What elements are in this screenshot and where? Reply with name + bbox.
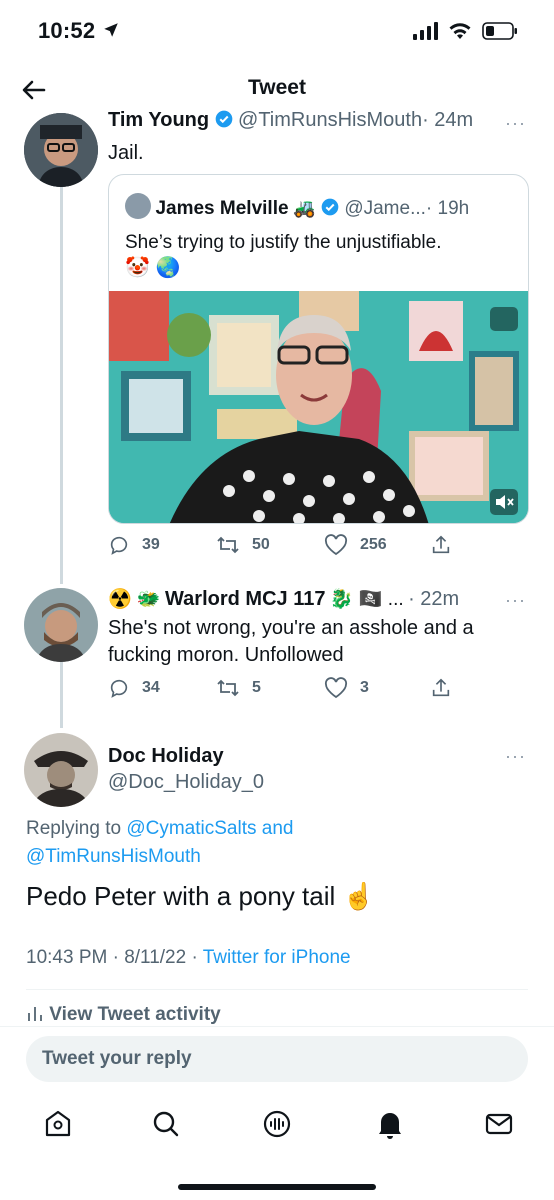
retweet-button[interactable]: 50 xyxy=(216,534,270,556)
quoted-tweet[interactable]: James Melville 🚜 @Jame...· 19h She’s try… xyxy=(108,174,529,524)
tweet-time: · 22m xyxy=(408,588,460,610)
heart-icon xyxy=(324,677,348,699)
retweet-icon xyxy=(217,536,239,554)
author-handle[interactable]: @TimRunsHisMouth xyxy=(238,109,422,131)
mention-link[interactable]: @CymaticSalts and xyxy=(126,818,293,839)
like-button[interactable]: 256 xyxy=(324,534,387,556)
quote-avatar xyxy=(125,193,151,219)
wifi-icon xyxy=(449,23,471,39)
retweet-button[interactable]: 5 xyxy=(216,677,261,699)
thread-line xyxy=(60,184,63,584)
avatar[interactable] xyxy=(24,113,98,187)
author-name[interactable]: Warlord MCJ 117 xyxy=(165,588,325,610)
captions-icon[interactable] xyxy=(490,307,518,331)
tweet-actions: 34 5 3 xyxy=(108,677,528,703)
spaces-icon[interactable] xyxy=(259,1106,295,1142)
like-button[interactable]: 3 xyxy=(324,677,369,699)
more-options-icon[interactable]: ··· xyxy=(505,590,526,611)
analytics-icon xyxy=(28,1007,42,1021)
messages-icon[interactable] xyxy=(481,1106,517,1142)
thread-line xyxy=(60,662,63,728)
home-icon[interactable] xyxy=(40,1106,76,1142)
author-name[interactable]: Tim Young xyxy=(108,109,209,131)
divider xyxy=(26,989,528,990)
author-handle[interactable]: @Doc_Holiday_0 xyxy=(108,771,264,794)
home-indicator xyxy=(178,1184,376,1190)
status-icons xyxy=(412,22,518,40)
reply-button[interactable]: 34 xyxy=(108,677,160,699)
retweet-icon xyxy=(217,679,239,697)
source-link[interactable]: Twitter for iPhone xyxy=(203,947,351,968)
quote-name-emoji: 🚜 xyxy=(293,198,316,218)
replying-to: Replying to @CymaticSalts and @TimRunsHi… xyxy=(26,815,293,871)
name-emoji-suffix: 🐉 🏴‍☠️ ... xyxy=(329,589,404,610)
reply-button[interactable]: 39 xyxy=(108,534,160,556)
verified-badge-icon xyxy=(321,198,339,216)
tweet-header: Tim Young @TimRunsHisMouth· 24m xyxy=(108,109,528,135)
author-name[interactable]: Doc Holiday xyxy=(108,745,224,768)
quote-text: She’s trying to justify the unjustifiabl… xyxy=(125,232,442,253)
name-emoji-prefix: ☢️ 🐲 xyxy=(108,589,161,610)
verified-badge-icon xyxy=(215,110,232,128)
main-tweet-text: Pedo Peter with a pony tail ☝️ xyxy=(26,881,375,911)
more-options-icon[interactable]: ··· xyxy=(505,746,526,767)
tweet-time: · 24m xyxy=(422,109,474,131)
tweet-text-line: She's not wrong, you're an asshole and a xyxy=(108,617,474,639)
reply-input[interactable]: Tweet your reply xyxy=(26,1036,528,1082)
tweet-text-line: fucking moron. Unfollowed xyxy=(108,644,344,666)
video-player[interactable] xyxy=(109,291,528,523)
notifications-icon[interactable] xyxy=(372,1106,408,1142)
tweet-header: ☢️ 🐲 Warlord MCJ 117 🐉 🏴‍☠️ ... · 22m xyxy=(108,587,498,613)
more-options-icon[interactable]: ··· xyxy=(505,113,526,134)
page-title: Tweet xyxy=(248,76,306,99)
mute-icon[interactable] xyxy=(490,489,518,515)
tweet-actions: 39 50 256 xyxy=(108,534,528,560)
quote-header: James Melville 🚜 @Jame...· 19h xyxy=(125,193,515,220)
location-arrow-icon xyxy=(103,23,118,37)
tweet-text: She's not wrong, you're an asshole and a… xyxy=(108,615,474,669)
quote-author-name: James Melville xyxy=(155,198,289,219)
tweet-timestamp: 10:43 PM · 8/11/22 · Twitter for iPhone xyxy=(26,947,351,968)
quote-emojis: 🤡 🌏 xyxy=(125,257,181,279)
share-icon xyxy=(432,678,450,697)
tweet-text: Jail. xyxy=(108,142,144,164)
share-button[interactable] xyxy=(430,534,452,556)
battery-icon xyxy=(482,22,517,40)
quote-author-handle: @Jame... xyxy=(344,198,426,219)
avatar[interactable] xyxy=(24,733,98,807)
share-button[interactable] xyxy=(430,677,452,699)
view-activity-button[interactable]: View Tweet activity xyxy=(26,1004,221,1026)
status-time: 10:52 xyxy=(38,18,120,44)
quote-time: · 19h xyxy=(425,198,470,219)
heart-icon xyxy=(324,534,348,556)
search-icon[interactable] xyxy=(148,1106,184,1142)
reply-icon xyxy=(110,679,128,698)
share-icon xyxy=(432,535,450,554)
mention-link[interactable]: @TimRunsHisMouth xyxy=(26,843,293,871)
avatar[interactable] xyxy=(24,588,98,662)
signal-icon xyxy=(413,22,438,40)
reply-icon xyxy=(110,536,128,555)
